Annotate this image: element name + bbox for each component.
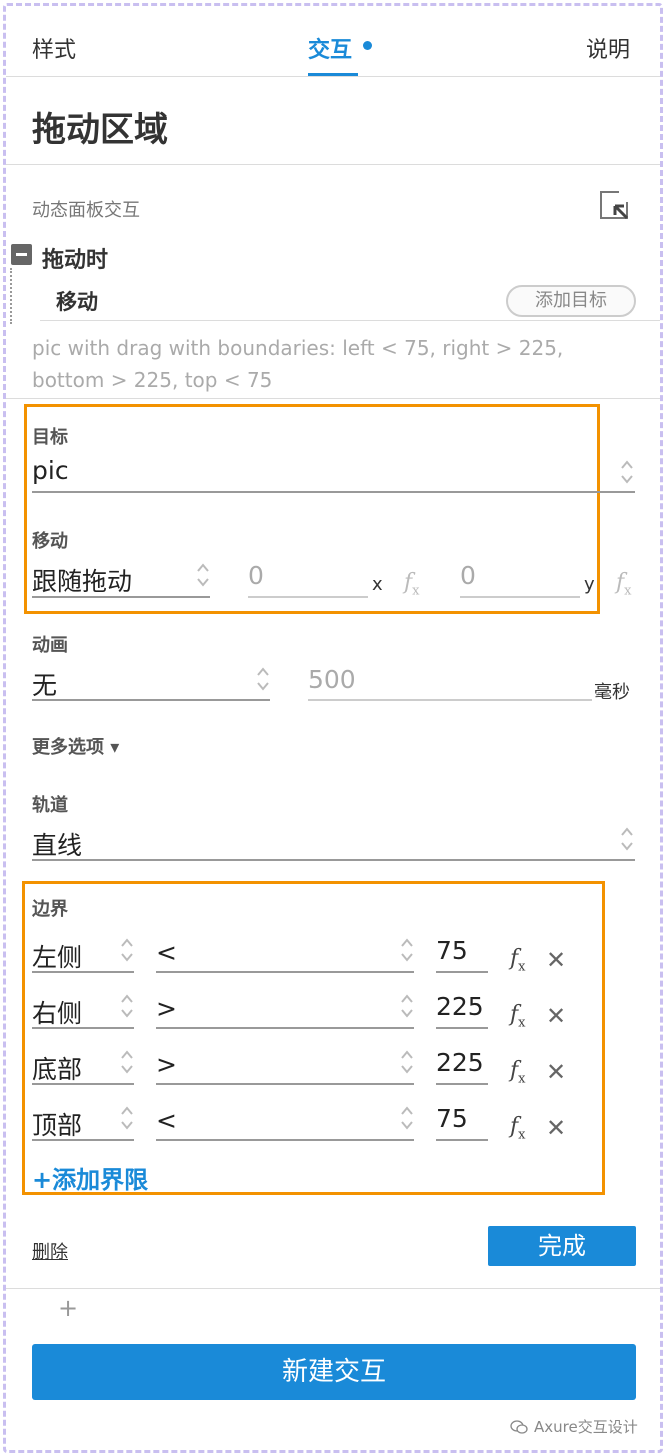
underline xyxy=(32,1083,134,1085)
underline xyxy=(32,1027,134,1029)
fx-icon[interactable]: fx xyxy=(404,570,420,598)
highlight-box xyxy=(22,881,605,1195)
track-underline xyxy=(32,859,635,861)
boundary-value-input[interactable]: 225 xyxy=(436,1048,484,1077)
tree-guide xyxy=(10,268,12,324)
boundary-side-select[interactable]: 左侧 xyxy=(32,938,82,974)
stepper-icon[interactable] xyxy=(120,935,134,965)
modified-dot-icon xyxy=(363,41,372,50)
target-underline xyxy=(32,491,635,493)
divider xyxy=(6,164,660,165)
watermark: Axure交互设计 xyxy=(510,1416,638,1437)
close-icon[interactable]: ✕ xyxy=(546,946,566,974)
underline xyxy=(156,1027,414,1029)
underline xyxy=(436,1083,488,1085)
boundary-value-input[interactable]: 225 xyxy=(436,992,484,1021)
fx-icon[interactable]: fx xyxy=(616,570,632,598)
fx-icon[interactable]: fx xyxy=(510,1002,526,1030)
widget-type-label: 动态面板交互 xyxy=(32,200,140,221)
duration-underline xyxy=(308,699,592,701)
move-mode-underline xyxy=(32,596,210,598)
boundary-label: 边界 xyxy=(32,899,68,920)
animation-label: 动画 xyxy=(32,635,68,656)
add-target-button[interactable]: 添加目标 xyxy=(506,285,636,317)
done-button[interactable]: 完成 xyxy=(488,1226,636,1266)
move-x-underline xyxy=(248,596,368,598)
close-icon[interactable]: ✕ xyxy=(546,1114,566,1142)
action-label[interactable]: 移动 xyxy=(56,286,98,316)
boundary-side-select[interactable]: 右侧 xyxy=(32,994,82,1030)
move-x-input[interactable]: 0 xyxy=(248,561,264,590)
stepper-icon[interactable] xyxy=(400,991,414,1021)
fx-icon[interactable]: fx xyxy=(510,1058,526,1086)
add-boundary-link[interactable]: +添加界限 xyxy=(32,1160,148,1195)
animation-underline xyxy=(32,699,270,701)
stepper-icon[interactable] xyxy=(400,1047,414,1077)
target-label: 目标 xyxy=(32,427,68,448)
stepper-icon[interactable] xyxy=(196,560,210,590)
tab-style[interactable]: 样式 xyxy=(32,32,76,64)
x-axis-label: x xyxy=(372,574,383,595)
widget-name[interactable]: 拖动区域 xyxy=(32,102,168,151)
boundary-operator-select[interactable]: < xyxy=(156,938,177,967)
add-icon[interactable]: + xyxy=(58,1294,78,1322)
underline xyxy=(436,1027,488,1029)
stepper-icon[interactable] xyxy=(120,1103,134,1133)
divider xyxy=(6,76,660,77)
move-y-underline xyxy=(460,596,580,598)
close-icon[interactable]: ✕ xyxy=(546,1058,566,1086)
close-icon[interactable]: ✕ xyxy=(546,1002,566,1030)
fx-icon[interactable]: fx xyxy=(510,1114,526,1142)
delete-link[interactable]: 删除 xyxy=(32,1238,68,1264)
fx-icon[interactable]: fx xyxy=(510,946,526,974)
divider xyxy=(6,398,660,399)
tab-interaction[interactable]: 交互 xyxy=(308,32,352,64)
underline xyxy=(436,971,488,973)
underline xyxy=(156,971,414,973)
boundary-operator-select[interactable]: < xyxy=(156,1106,177,1135)
new-interaction-button[interactable]: 新建交互 xyxy=(32,1344,636,1400)
y-axis-label: y xyxy=(584,574,595,595)
track-label: 轨道 xyxy=(32,795,68,816)
popout-icon[interactable] xyxy=(599,190,629,220)
animation-select[interactable]: 无 xyxy=(32,666,57,702)
boundary-value-input[interactable]: 75 xyxy=(436,936,468,965)
boundary-operator-select[interactable]: > xyxy=(156,1050,177,1079)
underline xyxy=(156,1139,414,1141)
underline xyxy=(156,1083,414,1085)
stepper-icon[interactable] xyxy=(120,1047,134,1077)
watermark-text: Axure交互设计 xyxy=(534,1418,638,1436)
event-label[interactable]: 拖动时 xyxy=(42,242,108,274)
action-description: pic with drag with boundaries: left < 75… xyxy=(32,336,564,392)
boundary-operator-select[interactable]: > xyxy=(156,994,177,1023)
stepper-icon[interactable] xyxy=(256,664,270,694)
wechat-icon xyxy=(510,1419,528,1434)
move-mode-select[interactable]: 跟随拖动 xyxy=(32,562,132,598)
move-label: 移动 xyxy=(32,531,68,552)
boundary-value-input[interactable]: 75 xyxy=(436,1104,468,1133)
target-select-value[interactable]: pic xyxy=(32,456,69,485)
collapse-icon[interactable] xyxy=(11,244,32,265)
underline xyxy=(436,1139,488,1141)
duration-unit: 毫秒 xyxy=(594,682,630,703)
divider xyxy=(6,1288,660,1289)
divider xyxy=(40,320,660,321)
boundary-side-select[interactable]: 底部 xyxy=(32,1050,82,1086)
stepper-icon[interactable] xyxy=(620,457,634,487)
animation-duration-input[interactable]: 500 xyxy=(308,665,356,694)
stepper-icon[interactable] xyxy=(120,991,134,1021)
stepper-icon[interactable] xyxy=(400,935,414,965)
more-options-toggle[interactable]: 更多选项 ▾ xyxy=(32,733,119,759)
track-select[interactable]: 直线 xyxy=(32,826,82,862)
tab-notes[interactable]: 说明 xyxy=(586,32,630,64)
move-y-input[interactable]: 0 xyxy=(460,561,476,590)
stepper-icon[interactable] xyxy=(400,1103,414,1133)
stepper-icon[interactable] xyxy=(620,824,634,854)
underline xyxy=(32,1139,134,1141)
underline xyxy=(32,971,134,973)
boundary-side-select[interactable]: 顶部 xyxy=(32,1106,82,1142)
